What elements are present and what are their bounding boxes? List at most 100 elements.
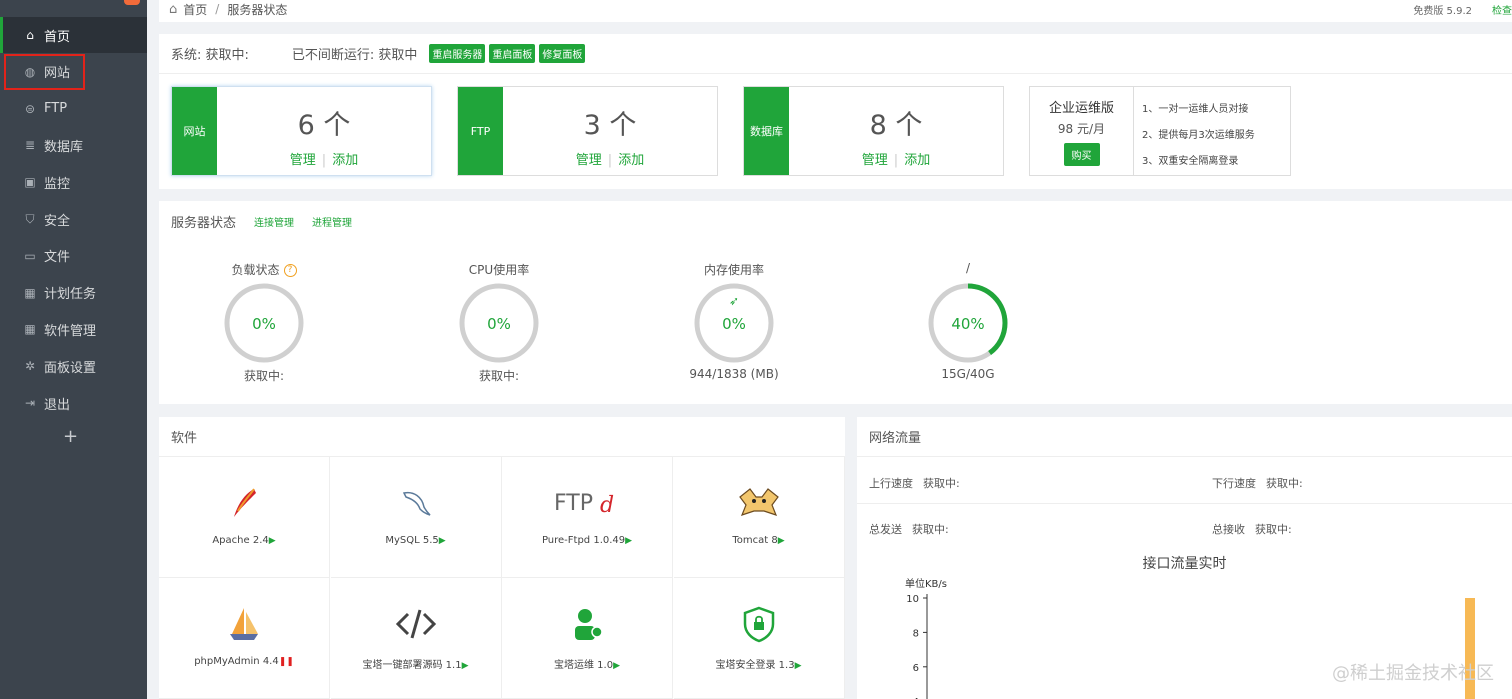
- gauge-title: CPU使用率: [468, 263, 530, 277]
- repair-panel-button[interactable]: 修复面板: [539, 44, 586, 63]
- y-tick-label: 10: [906, 594, 919, 605]
- notification-badge[interactable]: [124, 0, 140, 5]
- gauge-1[interactable]: CPU使用率 0% 获取中:: [424, 261, 574, 384]
- sidebar-item-3[interactable]: ≣ 数据库: [0, 127, 147, 163]
- website-add-link[interactable]: 添加: [332, 153, 358, 168]
- sidebar-item-label: 计划任务: [44, 287, 97, 303]
- mysql-dolphin-icon: [331, 479, 501, 527]
- version-label: 免费版 5.9.2: [1413, 5, 1472, 17]
- software-item[interactable]: Tomcat 8▶: [673, 457, 845, 578]
- software-item[interactable]: phpMyAdmin 4.4❚❚: [159, 578, 330, 699]
- software-item[interactable]: Apache 2.4▶: [159, 457, 330, 578]
- sidebar-item-label: 监控: [44, 176, 71, 192]
- sidebar-item-1[interactable]: ◍ 网站: [4, 53, 85, 90]
- sidebar-item-6[interactable]: ▭ 文件: [0, 238, 147, 274]
- help-icon[interactable]: ?: [283, 264, 297, 277]
- breadcrumb: ⌂ 首页 / 服务器状态 免费版 5.9.2 检查: [159, 0, 1512, 22]
- software-item[interactable]: 宝塔安全登录 1.3▶: [673, 578, 845, 699]
- grid-icon: ▦: [24, 322, 36, 337]
- buy-button[interactable]: 购买: [1063, 143, 1100, 166]
- operator-icon: [502, 600, 672, 648]
- play-icon[interactable]: ▶: [778, 536, 785, 546]
- sidebar-item-4[interactable]: ▣ 监控: [0, 164, 147, 200]
- software-name: 宝塔安全登录 1.3: [715, 660, 795, 671]
- ftp-manage-link[interactable]: 管理: [576, 153, 602, 168]
- ftp-stat-card[interactable]: FTP 3 个 管理 | 添加: [457, 86, 718, 176]
- website-stat-card[interactable]: 网站 6 个 管理 | 添加: [171, 86, 432, 176]
- software-name: Pure-Ftpd 1.0.49: [541, 535, 626, 546]
- shield-lock-icon: [674, 600, 844, 648]
- sidebar-item-9[interactable]: ✲ 面板设置: [0, 348, 147, 384]
- ftp-icon: ⊜: [24, 101, 36, 116]
- sidebar-item-label: 首页: [44, 29, 71, 45]
- promo-features: 1、一对一运维人员对接 2、提供每月3次运维服务 3、双重安全隔离登录: [1142, 97, 1255, 175]
- add-icon[interactable]: +: [63, 426, 78, 447]
- play-icon[interactable]: ▶: [269, 536, 276, 546]
- database-stat-card[interactable]: 数据库 8 个 管理 | 添加: [743, 86, 1004, 176]
- gauge-value: 0%: [722, 315, 746, 333]
- gauge-title: 内存使用率: [703, 263, 764, 277]
- tomcat-icon: [674, 479, 844, 527]
- check-update-link[interactable]: 检查: [1492, 2, 1512, 17]
- server-status-header: 服务器状态 连接管理 进程管理: [159, 201, 1512, 241]
- sidebar-item-10[interactable]: ⇥ 退出: [0, 385, 147, 421]
- calendar-icon: ▦: [24, 285, 36, 300]
- home-icon[interactable]: ⌂: [169, 2, 177, 17]
- breadcrumb-current: 服务器状态: [227, 2, 288, 17]
- sidebar-item-label: FTP: [44, 101, 68, 117]
- restart-server-button[interactable]: 重启服务器: [429, 44, 486, 63]
- database-manage-link[interactable]: 管理: [862, 153, 888, 168]
- sidebar-item-0[interactable]: ⌂ 首页: [0, 17, 147, 53]
- play-icon[interactable]: ▶: [613, 661, 620, 671]
- software-item[interactable]: 宝塔运维 1.0▶: [502, 578, 673, 699]
- play-icon[interactable]: ▶: [462, 661, 469, 671]
- software-name: 宝塔一键部署源码 1.1: [362, 660, 462, 671]
- sidebar-item-5[interactable]: ⛉ 安全: [0, 201, 147, 237]
- watermark: @稀土掘金技术社区: [1332, 663, 1494, 684]
- software-name: phpMyAdmin 4.4: [194, 656, 279, 667]
- gauge-3[interactable]: / 40% 15G/40G: [893, 261, 1043, 381]
- sidebar-item-7[interactable]: ▦ 计划任务: [0, 275, 147, 311]
- system-label: 系统: 获取中:: [171, 48, 249, 63]
- promo-price: 98 元/月: [1057, 122, 1106, 136]
- promo-feature: 1、一对一运维人员对接: [1142, 104, 1249, 115]
- gauge-title: 负载状态: [231, 263, 280, 277]
- software-item[interactable]: MySQL 5.5▶: [330, 457, 502, 578]
- shield-icon: ⛉: [25, 211, 35, 226]
- system-info-bar: 系统: 获取中: 已不间断运行: 获取中 重启服务器 重启面板 修复面板: [159, 34, 1512, 74]
- software-title: 软件: [171, 431, 198, 446]
- process-manage-link[interactable]: 进程管理: [312, 214, 352, 229]
- gauge-value: 0%: [487, 315, 511, 333]
- play-icon[interactable]: ▶: [795, 661, 802, 671]
- software-name: Tomcat 8: [732, 535, 778, 546]
- enterprise-promo-card: 企业运维版 98 元/月 购买 1、一对一运维人员对接 2、提供每月3次运维服务…: [1029, 86, 1291, 176]
- connection-manage-link[interactable]: 连接管理: [254, 214, 294, 229]
- promo-title: 企业运维版: [1048, 101, 1114, 116]
- gauge-detail: 获取中:: [478, 369, 520, 383]
- sidebar-item-2[interactable]: ⊜ FTP: [0, 91, 147, 127]
- promo-feature: 2、提供每月3次运维服务: [1142, 130, 1255, 141]
- gauge-0[interactable]: 负载状态? 0% 获取中:: [189, 261, 339, 384]
- sidebar-item-8[interactable]: ▦ 软件管理: [0, 311, 147, 347]
- database-add-link[interactable]: 添加: [904, 153, 930, 168]
- gauge-2[interactable]: 内存使用率 ➶ 0% 944/1838 (MB): [659, 261, 809, 381]
- promo-feature: 3、双重安全隔离登录: [1142, 156, 1239, 167]
- play-icon[interactable]: ▶: [625, 536, 632, 546]
- ftp-add-link[interactable]: 添加: [618, 153, 644, 168]
- software-item[interactable]: FTP d Pure-Ftpd 1.0.49▶: [502, 457, 673, 578]
- breadcrumb-separator: /: [215, 2, 220, 16]
- gauge-detail: 获取中:: [243, 369, 285, 383]
- stopped-icon[interactable]: ❚❚: [279, 657, 294, 667]
- breadcrumb-home[interactable]: 首页: [183, 1, 207, 18]
- software-item[interactable]: 宝塔一键部署源码 1.1▶: [330, 578, 502, 699]
- sidebar-item-label: 退出: [44, 397, 71, 413]
- gauge-detail: 944/1838 (MB): [689, 367, 779, 381]
- gauge-detail: 15G/40G: [941, 367, 995, 381]
- database-count: 8 个: [869, 110, 923, 141]
- software-name: Apache 2.4: [212, 535, 269, 546]
- play-icon[interactable]: ▶: [439, 536, 446, 546]
- gauge-value: 0%: [252, 315, 276, 333]
- restart-panel-button[interactable]: 重启面板: [489, 44, 536, 63]
- website-manage-link[interactable]: 管理: [290, 153, 316, 168]
- website-count: 6 个: [297, 110, 351, 141]
